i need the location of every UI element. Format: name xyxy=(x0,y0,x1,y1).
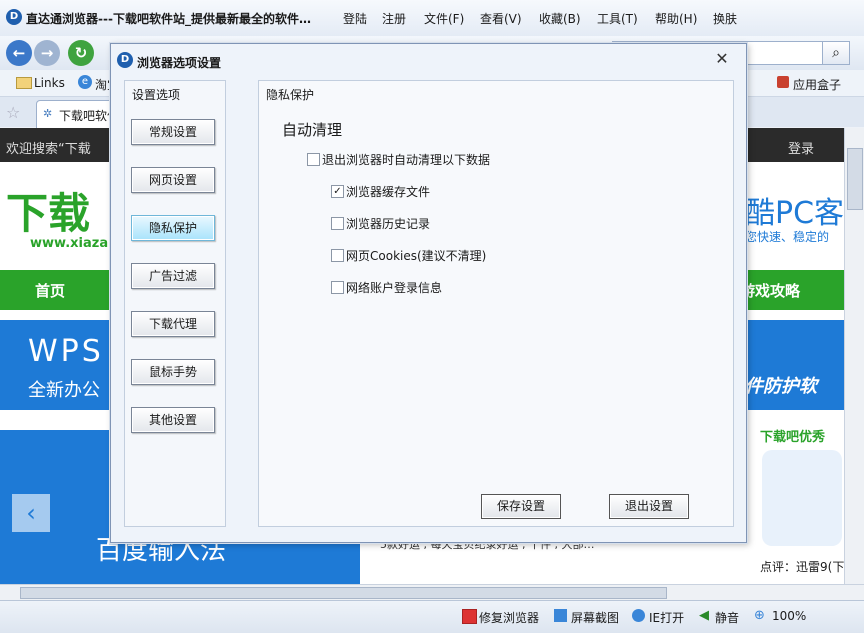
search-icon[interactable]: ⌕ xyxy=(822,41,850,65)
nav-general-settings[interactable]: 常规设置 xyxy=(131,119,215,145)
option-account-label[interactable]: 网络账户登录信息 xyxy=(346,279,442,296)
app-box-link[interactable]: 应用盒子 xyxy=(793,76,841,93)
title-bar: D 直达通浏览器---下载吧软件站_提供最新最全的软件… 登陆 注册 文件(F)… xyxy=(0,0,864,36)
option-cache-checkbox[interactable]: ✓ xyxy=(331,185,344,198)
folder-icon xyxy=(16,77,32,89)
ie-icon: e xyxy=(78,75,92,89)
nav-ad-filter[interactable]: 广告过滤 xyxy=(131,263,215,289)
featured-app-icon[interactable] xyxy=(762,450,842,546)
settings-nav-header: 设置选项 xyxy=(132,88,181,102)
option-account-checkbox[interactable] xyxy=(331,281,344,294)
protect-text: 件防护软 xyxy=(745,376,817,397)
tab-active[interactable]: ✲ 下载吧软件 xyxy=(36,100,119,128)
wps-slogan: 全新办公 xyxy=(28,380,100,401)
back-arrow-icon[interactable]: ← xyxy=(6,40,32,66)
master-checkbox-label[interactable]: 退出浏览器时自动清理以下数据 xyxy=(322,151,490,168)
dialog-title: 浏览器选项设置 xyxy=(137,56,222,70)
nav-download-proxy[interactable]: 下载代理 xyxy=(131,311,215,337)
site-nav-games[interactable]: 游戏攻略 xyxy=(740,280,800,301)
exit-settings-button[interactable]: 退出设置 xyxy=(609,494,689,519)
star-icon[interactable]: ☆ xyxy=(6,103,20,122)
settings-nav-panel: 设置选项 常规设置 网页设置 隐私保护 广告过滤 下载代理 鼠标手势 其他设置 xyxy=(124,80,226,527)
featured-review: 点评：迅雷9(下 xyxy=(760,560,844,574)
master-checkbox[interactable] xyxy=(307,153,320,166)
menu-skin[interactable]: 换肤 xyxy=(713,10,737,27)
dialog-logo-icon: D xyxy=(117,52,133,68)
site-nav-home[interactable]: 首页 xyxy=(35,280,65,301)
site-welcome: 欢迎搜索“下载 xyxy=(6,142,91,157)
refresh-icon[interactable]: ↻ xyxy=(68,40,94,66)
option-history-label[interactable]: 浏览器历史记录 xyxy=(346,215,430,232)
nav-page-settings[interactable]: 网页设置 xyxy=(131,167,215,193)
menu-favorites[interactable]: 收藏(B) xyxy=(539,10,581,27)
app-logo-icon: D xyxy=(6,9,22,25)
nav-mouse-gestures[interactable]: 鼠标手势 xyxy=(131,359,215,385)
site-logo[interactable]: 下载 xyxy=(6,180,90,241)
app-box-icon xyxy=(777,76,789,88)
menu-login[interactable]: 登陆 xyxy=(343,10,367,27)
repair-browser[interactable]: 修复浏览器 xyxy=(479,609,539,626)
privacy-panel-header: 隐私保护 xyxy=(266,88,315,102)
banner-pc: 酷PC客 xyxy=(745,196,844,231)
nav-other-settings[interactable]: 其他设置 xyxy=(131,407,215,433)
favorite-links[interactable]: Links xyxy=(34,76,65,90)
option-cookies-checkbox[interactable] xyxy=(331,249,344,262)
vertical-scroll-thumb[interactable] xyxy=(847,148,863,210)
screenshot-button[interactable]: 屏幕截图 xyxy=(571,609,619,626)
banner-pc-sub: 您快速、稳定的 xyxy=(745,230,830,244)
forward-arrow-icon[interactable]: → xyxy=(34,40,60,66)
window-title: 直达通浏览器---下载吧软件站_提供最新最全的软件… xyxy=(26,12,311,26)
option-history-checkbox[interactable] xyxy=(331,217,344,230)
menu-register[interactable]: 注册 xyxy=(382,10,406,27)
speaker-icon: ◀ xyxy=(699,608,709,623)
zoom-level[interactable]: 100% xyxy=(772,609,806,623)
save-settings-button[interactable]: 保存设置 xyxy=(481,494,561,519)
option-cache-label[interactable]: 浏览器缓存文件 xyxy=(346,183,430,200)
vertical-scrollbar[interactable] xyxy=(844,128,864,584)
featured-title: 下载吧优秀 xyxy=(760,430,826,445)
site-url: www.xiazai xyxy=(30,236,113,251)
wps-logo: WPS xyxy=(28,334,104,369)
privacy-panel: 隐私保护 自动清理 退出浏览器时自动清理以下数据 ✓ 浏览器缓存文件 浏览器历史… xyxy=(258,80,734,527)
horizontal-scrollbar[interactable] xyxy=(0,584,864,601)
loading-icon: ✲ xyxy=(43,107,53,120)
horizontal-scroll-thumb[interactable] xyxy=(20,587,667,599)
close-icon[interactable]: ✕ xyxy=(714,51,730,67)
option-cookies-label[interactable]: 网页Cookies(建议不清理) xyxy=(346,247,486,264)
slider-prev-icon[interactable]: ‹ xyxy=(12,494,50,532)
repair-icon xyxy=(462,609,477,624)
site-login[interactable]: 登录 xyxy=(788,138,814,157)
nav-privacy[interactable]: 隐私保护 xyxy=(131,215,215,241)
menu-tools[interactable]: 工具(T) xyxy=(597,10,638,27)
menu-file[interactable]: 文件(F) xyxy=(424,10,464,27)
screenshot-icon xyxy=(554,609,567,622)
browser-options-dialog: D 浏览器选项设置 ✕ 设置选项 常规设置 网页设置 隐私保护 广告过滤 下载代… xyxy=(110,43,747,543)
zoom-icon: ⊕ xyxy=(754,608,765,623)
menu-view[interactable]: 查看(V) xyxy=(480,10,522,27)
ie-open-button[interactable]: IE打开 xyxy=(649,609,684,626)
mute-button[interactable]: 静音 xyxy=(715,609,739,626)
menu-help[interactable]: 帮助(H) xyxy=(655,10,697,27)
ie-open-icon xyxy=(632,609,645,622)
status-bar: 修复浏览器 屏幕截图 IE打开 ◀ 静音 ⊕ 100% xyxy=(0,600,864,633)
auto-clean-title: 自动清理 xyxy=(282,121,343,139)
